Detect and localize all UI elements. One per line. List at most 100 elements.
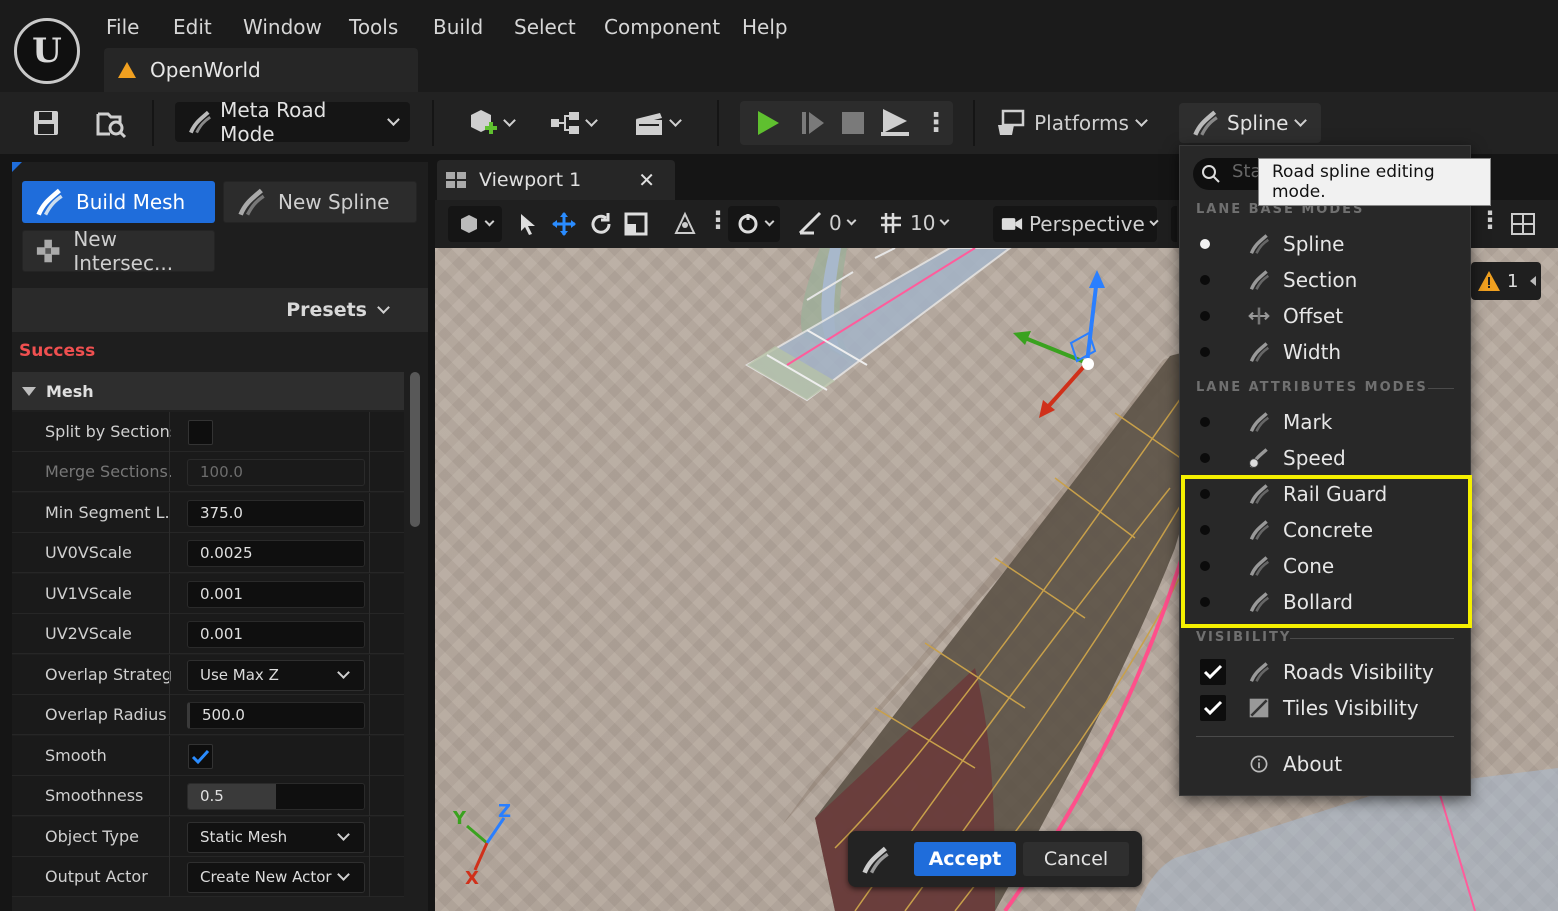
collapse-left-icon (1530, 276, 1537, 286)
rotation-snap-button[interactable]: 0 (797, 210, 857, 236)
cancel-button[interactable]: Cancel (1023, 842, 1129, 876)
new-intersection-button[interactable]: New Intersec... (22, 227, 215, 275)
split-by-sections-checkbox[interactable] (188, 420, 213, 445)
menu-item-mark[interactable]: Mark (1180, 404, 1470, 440)
unreal-logo-icon[interactable]: U (14, 18, 80, 84)
menu-tools[interactable]: Tools (349, 12, 398, 42)
checkmark-icon (1203, 700, 1223, 716)
grid-snap-value: 10 (910, 211, 936, 235)
stop-icon[interactable] (838, 106, 868, 140)
smoothness-slider[interactable]: 0.5 (187, 783, 365, 810)
menu-item-about[interactable]: About (1180, 746, 1470, 782)
grid-snap-button[interactable]: 10 (878, 210, 950, 236)
property-label: Overlap Radius (45, 705, 167, 724)
new-intersection-label: New Intersec... (73, 227, 174, 275)
accept-button[interactable]: Accept (914, 842, 1016, 876)
menu-divider (1196, 736, 1454, 737)
uv0-vscale-input[interactable]: 0.0025 (187, 540, 365, 567)
object-type-select[interactable]: Static Mesh (187, 822, 365, 853)
property-row: UV0VScale 0.0025 (12, 533, 404, 573)
radio-selected-icon (1200, 239, 1210, 249)
smooth-checkbox[interactable] (188, 744, 213, 769)
blueprint-button[interactable] (544, 104, 600, 142)
translate-tool-icon[interactable] (551, 211, 577, 237)
output-actor-select[interactable]: Create New Actor (187, 862, 365, 893)
spline-dropdown[interactable]: Spline (1179, 103, 1321, 143)
play-options-icon[interactable]: ⋮ (923, 104, 949, 142)
build-mesh-button[interactable]: Build Mesh (22, 181, 215, 223)
project-tab[interactable]: OpenWorld (104, 48, 418, 92)
perspective-dropdown[interactable]: Perspective (993, 206, 1159, 242)
uv2-vscale-input[interactable]: 0.001 (187, 621, 365, 648)
eject-icon[interactable] (876, 104, 914, 140)
radio-unselected-icon (1200, 417, 1210, 427)
new-spline-icon (238, 188, 265, 216)
clapperboard-icon (635, 113, 662, 135)
column-divider (169, 655, 170, 695)
menu-item-tiles-visibility[interactable]: Tiles Visibility (1180, 690, 1470, 726)
menu-item-label: Roads Visibility (1283, 660, 1434, 684)
viewport-layout-button-icon[interactable] (1510, 212, 1536, 236)
spline-icon (1249, 234, 1270, 254)
rotate-tool-icon[interactable] (588, 211, 614, 237)
intersection-icon (36, 239, 60, 263)
menu-item-section[interactable]: Section (1180, 262, 1470, 298)
menu-item-roads-visibility[interactable]: Roads Visibility (1180, 654, 1470, 690)
menu-item-label: Mark (1283, 410, 1333, 434)
menu-edit[interactable]: Edit (173, 12, 212, 42)
menu-item-speed[interactable]: Speed (1180, 440, 1470, 476)
column-divider (369, 614, 370, 654)
checkmark-icon (1203, 664, 1223, 680)
play-icon[interactable] (750, 106, 786, 140)
add-actor-button[interactable] (462, 104, 518, 142)
menu-file[interactable]: File (106, 12, 139, 42)
menu-build[interactable]: Build (433, 12, 483, 42)
warnings-badge[interactable]: 1 (1471, 262, 1541, 300)
uv1-vscale-input[interactable]: 0.001 (187, 581, 365, 608)
scale-tool-icon[interactable] (623, 211, 649, 237)
viewport-tab[interactable]: Viewport 1 ✕ (437, 160, 675, 200)
cinematics-button[interactable] (628, 104, 684, 142)
chevron-down-icon (377, 301, 390, 314)
close-icon[interactable]: ✕ (638, 168, 655, 192)
browse-content-icon[interactable] (90, 103, 132, 143)
overlap-strategy-value: Use Max Z (200, 666, 279, 684)
property-row: UV2VScale 0.001 (12, 614, 404, 654)
menu-help[interactable]: Help (742, 12, 788, 42)
mode-dropdown[interactable]: Meta Road Mode (175, 98, 410, 146)
advance-frame-icon[interactable] (796, 106, 830, 140)
property-row: Min Segment L... 375.0 (12, 493, 404, 533)
chevron-down-icon (387, 113, 400, 126)
details-scrollbar[interactable] (410, 372, 420, 527)
chevron-down-icon (668, 114, 682, 127)
road-tool-icon (860, 845, 890, 879)
viewport-more-icon[interactable]: ⋮ (1478, 206, 1502, 234)
tiles-visibility-checkbox[interactable] (1200, 695, 1226, 721)
overlap-radius-input[interactable]: 500.0 (187, 702, 365, 729)
menu-item-label: Spline (1283, 232, 1345, 256)
mesh-category-header[interactable]: Mesh (12, 372, 404, 410)
presets-dropdown[interactable]: Presets (12, 288, 428, 332)
menu-item-offset[interactable]: Offset (1180, 298, 1470, 334)
min-segment-length-input[interactable]: 375.0 (187, 500, 365, 527)
menu-select[interactable]: Select (514, 12, 576, 42)
presets-label: Presets (286, 299, 367, 321)
new-spline-label: New Spline (278, 190, 390, 214)
menu-component[interactable]: Component (604, 12, 720, 42)
viewport-options-button[interactable] (448, 206, 502, 242)
menu-item-spline[interactable]: Spline (1180, 226, 1470, 262)
new-spline-button[interactable]: New Spline (223, 181, 417, 223)
more-options-icon[interactable]: ⋮ (706, 206, 730, 234)
surface-snapping-icon[interactable] (672, 211, 698, 237)
platforms-button[interactable]: Platforms (996, 104, 1148, 142)
save-icon[interactable] (26, 105, 66, 141)
coordinate-system-button[interactable] (728, 206, 780, 242)
menu-item-width[interactable]: Width (1180, 334, 1470, 370)
menu-window[interactable]: Window (243, 12, 322, 42)
property-label: Output Actor (45, 867, 148, 886)
roads-visibility-checkbox[interactable] (1200, 659, 1226, 685)
column-divider (369, 736, 370, 776)
select-tool-icon[interactable] (518, 212, 538, 236)
overlap-strategy-select[interactable]: Use Max Z (187, 660, 365, 691)
platforms-label: Platforms (1034, 111, 1129, 135)
